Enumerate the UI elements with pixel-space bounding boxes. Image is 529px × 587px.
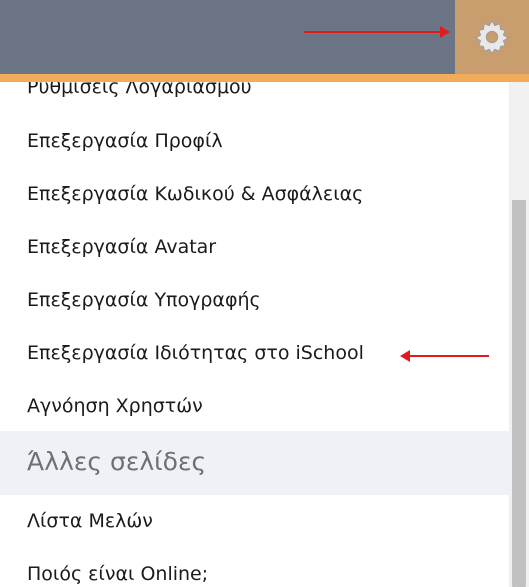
menu-item-edit-avatar[interactable]: Επεξεργασία Avatar bbox=[27, 236, 216, 258]
menu-item-who-is-online[interactable]: Ποιός είναι Online; bbox=[27, 563, 208, 585]
menu-item-edit-ischool-role[interactable]: Επεξεργασία Ιδιότητας στο iSchool bbox=[27, 342, 364, 364]
menu-item-ignore-users[interactable]: Αγνόηση Χρηστών bbox=[27, 395, 203, 417]
menu-item-members-list[interactable]: Λίστα Μελών bbox=[27, 510, 153, 532]
menu-item-edit-password-security[interactable]: Επεξεργασία Κωδικού & Ασφάλειας bbox=[27, 183, 363, 205]
menu-item-edit-signature[interactable]: Επεξεργασία Υπογραφής bbox=[27, 289, 261, 311]
gear-icon bbox=[474, 19, 510, 54]
menu-item-account-settings[interactable]: Ρυθμίσεις Λογαριασμού bbox=[27, 82, 252, 98]
section-title: Άλλες σελίδες bbox=[27, 447, 207, 476]
settings-dropdown-menu: Ρυθμίσεις Λογαριασμού Επεξεργασία Προφίλ… bbox=[0, 82, 509, 587]
settings-button[interactable] bbox=[455, 0, 529, 74]
section-header: Άλλες σελίδες bbox=[0, 431, 509, 495]
scrollbar[interactable] bbox=[509, 82, 529, 587]
red-arrow-pointing-settings bbox=[304, 26, 450, 38]
scrollbar-thumb[interactable] bbox=[512, 200, 526, 587]
red-arrow-pointing-ischool-role bbox=[400, 350, 489, 362]
accent-line bbox=[0, 74, 529, 82]
menu-item-edit-profile[interactable]: Επεξεργασία Προφίλ bbox=[27, 130, 223, 152]
